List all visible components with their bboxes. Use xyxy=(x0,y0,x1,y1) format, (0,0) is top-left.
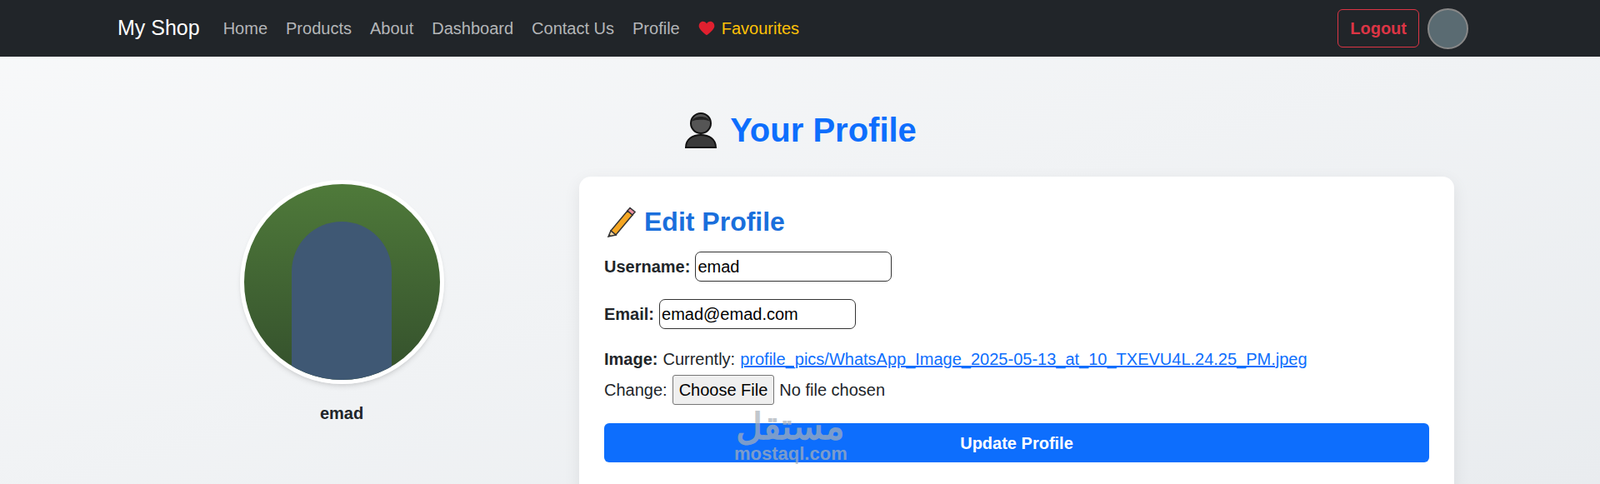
logout-button[interactable]: Logout xyxy=(1337,9,1420,48)
nav-link[interactable]: Profile xyxy=(632,15,680,41)
favourites-link[interactable]: Favourites xyxy=(698,15,800,41)
nav-link[interactable]: Dashboard xyxy=(431,15,514,41)
form-field: Email: xyxy=(604,299,1430,330)
choose-file-button[interactable]: Choose File xyxy=(672,375,775,405)
navbar: My Shop Home Products About Dashboard Contact… xyxy=(0,0,1600,57)
change-row: Change:Choose FileNo file chosen xyxy=(604,375,1430,405)
page-title: Your Profile xyxy=(0,105,1600,155)
pencil-icon xyxy=(604,205,636,238)
app: My Shop Home Products About Dashboard Contact… xyxy=(0,0,1600,484)
field-label: Username: xyxy=(604,254,690,280)
field-label: Email: xyxy=(604,301,655,327)
nav-avatar[interactable] xyxy=(1427,8,1469,50)
current-image-link[interactable]: profile_pics/WhatsApp_Image_2025-05-13_a… xyxy=(740,346,1307,372)
edit-title: Edit Profile xyxy=(604,201,1430,242)
edit-card: Edit Profile Username: Email: Image:Current… xyxy=(579,176,1455,484)
nav-link[interactable]: Products xyxy=(285,15,352,41)
update-profile-button[interactable]: Update Profile xyxy=(604,423,1430,463)
heart-icon xyxy=(698,20,715,36)
content: Your Profile emad Edit Profile Username: Ema… xyxy=(0,56,1600,484)
nav-link[interactable]: Home xyxy=(223,15,268,41)
profile-photo xyxy=(240,180,445,385)
file-status: No file chosen xyxy=(779,377,885,403)
person-icon xyxy=(683,110,719,150)
form-field: Username: xyxy=(604,251,1430,282)
profile-name: emad xyxy=(320,400,364,426)
field-input[interactable] xyxy=(659,299,856,330)
brand[interactable]: My Shop xyxy=(117,12,200,45)
profile-summary: emad xyxy=(145,176,538,484)
field-input[interactable] xyxy=(695,251,892,282)
nav-link[interactable]: Contact Us xyxy=(531,15,615,41)
watermark: مستقلmostaql.com xyxy=(734,408,848,464)
image-row: Image:Currently:profile_pics/WhatsApp_Im… xyxy=(604,346,1430,372)
nav-link[interactable]: About xyxy=(370,15,414,41)
